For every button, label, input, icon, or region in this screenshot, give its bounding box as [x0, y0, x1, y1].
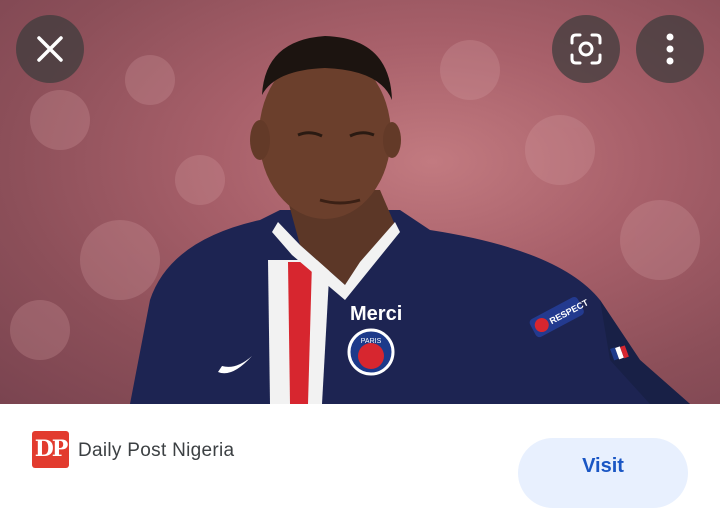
close-icon: [37, 36, 63, 62]
crest-text: PARIS: [361, 338, 382, 345]
visit-button[interactable]: Visit: [518, 438, 688, 508]
source-logo: DP: [32, 431, 69, 468]
more-vert-icon: [666, 33, 674, 65]
source-panel: DP Daily Post Nigeria Visit: [0, 404, 720, 508]
more-options-button[interactable]: [636, 15, 704, 83]
jersey-sponsor-text: Merci: [350, 303, 402, 325]
close-button[interactable]: [16, 15, 84, 83]
source-name[interactable]: Daily Post Nigeria: [78, 440, 234, 462]
lens-button[interactable]: [552, 15, 620, 83]
lens-icon: [570, 33, 602, 65]
